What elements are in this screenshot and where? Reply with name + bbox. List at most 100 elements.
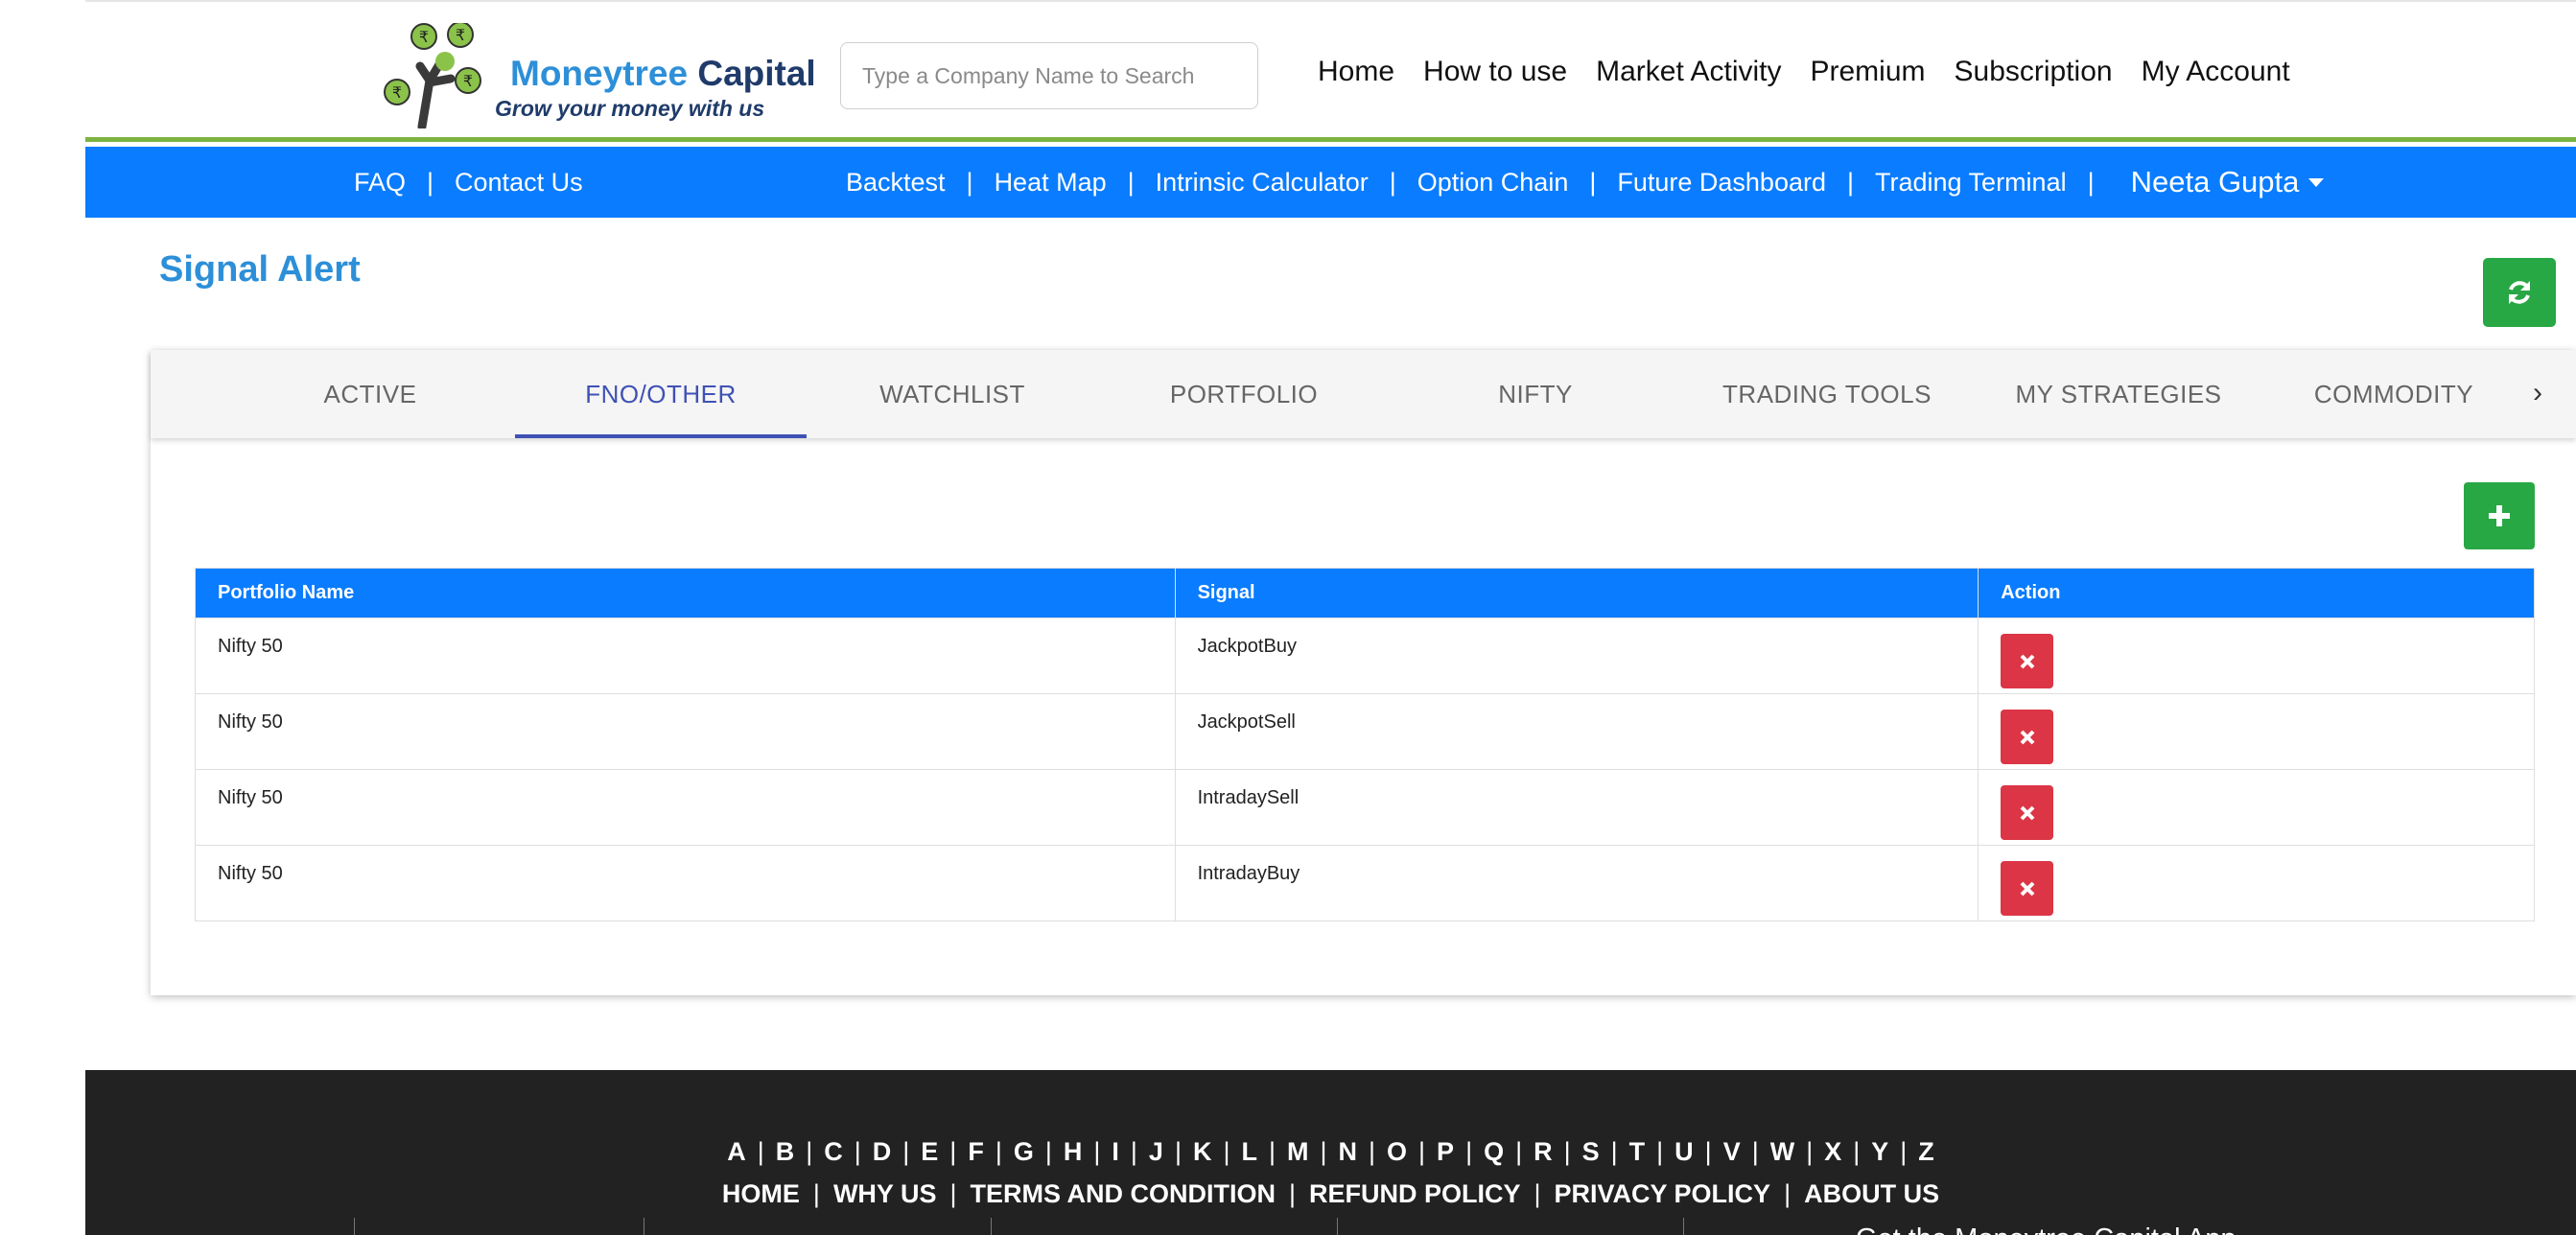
refresh-button[interactable]	[2483, 258, 2556, 327]
brand-name: Moneytree Capital	[510, 54, 816, 94]
nav-my-account[interactable]: My Account	[2142, 56, 2290, 88]
letter-link[interactable]: U	[1674, 1137, 1694, 1166]
delete-button[interactable]	[2001, 861, 2054, 916]
tab-fno-other[interactable]: FNO/OTHER	[515, 350, 807, 438]
user-menu-toggle[interactable]: Neeta Gupta	[2131, 165, 2325, 199]
letter-separator: |	[854, 1137, 861, 1166]
letter-separator: |	[1418, 1137, 1426, 1166]
footer-link[interactable]: ABOUT US	[1804, 1179, 1939, 1208]
letter-separator: |	[1656, 1137, 1664, 1166]
action-cell	[1978, 693, 2535, 770]
nav-separator: |	[1389, 167, 1396, 197]
letter-link[interactable]: H	[1064, 1137, 1083, 1166]
letter-link[interactable]: P	[1437, 1137, 1454, 1166]
letter-separator: |	[806, 1137, 813, 1166]
letter-link[interactable]: W	[1770, 1137, 1794, 1166]
nav-premium[interactable]: Premium	[1810, 56, 1925, 88]
letter-link[interactable]: I	[1112, 1137, 1119, 1166]
nav-market-activity[interactable]: Market Activity	[1596, 56, 1781, 88]
footer-link[interactable]: WHY US	[833, 1179, 937, 1208]
footer-links: HOME | WHY US | TERMS AND CONDITION | REFUND P…	[85, 1179, 2576, 1209]
letter-separator: |	[1465, 1137, 1473, 1166]
letter-link[interactable]: E	[921, 1137, 938, 1166]
tab-portfolio[interactable]: PORTFOLIO	[1098, 350, 1390, 438]
add-signal-button[interactable]	[2464, 482, 2535, 549]
letter-link[interactable]: V	[1723, 1137, 1741, 1166]
letter-separator: |	[1751, 1137, 1759, 1166]
letter-separator: |	[1223, 1137, 1230, 1166]
tab-my-strategies[interactable]: MY STRATEGIES	[1973, 350, 2264, 438]
signal-table: Portfolio Name Signal Action Nifty 50 Ja…	[195, 568, 2535, 921]
delete-button[interactable]	[2001, 785, 2054, 840]
letter-link[interactable]: L	[1241, 1137, 1257, 1166]
nav-heat-map[interactable]: Heat Map	[995, 168, 1107, 198]
footer-link[interactable]: PRIVACY POLICY	[1555, 1179, 1771, 1208]
footer-link-separator: |	[1784, 1179, 1791, 1208]
brand-logo[interactable]: ₹ ₹ ₹ ₹ Moneytree Capital Grow your mone…	[382, 23, 823, 128]
signal-cell: JackpotBuy	[1174, 618, 1979, 694]
letter-link[interactable]: T	[1629, 1137, 1646, 1166]
nav-trading-terminal[interactable]: Trading Terminal	[1875, 168, 2067, 198]
nav-separator: |	[1127, 167, 1135, 197]
letter-link[interactable]: J	[1149, 1137, 1163, 1166]
nav-future-dashboard[interactable]: Future Dashboard	[1617, 168, 1826, 198]
plus-icon	[2489, 505, 2510, 526]
nav-faq[interactable]: FAQ	[354, 168, 406, 198]
letter-link[interactable]: D	[873, 1137, 892, 1166]
nav-option-chain[interactable]: Option Chain	[1417, 168, 1569, 198]
tab-trading-tools[interactable]: TRADING TOOLS	[1681, 350, 1973, 438]
letter-link[interactable]: B	[776, 1137, 795, 1166]
footer-link-separator: |	[1534, 1179, 1541, 1208]
footer-link[interactable]: HOME	[722, 1179, 800, 1208]
company-search-input[interactable]	[840, 42, 1258, 109]
tab-commodity[interactable]: COMMODITY	[2264, 350, 2523, 438]
letter-link[interactable]: M	[1287, 1137, 1309, 1166]
letter-separator: |	[1174, 1137, 1182, 1166]
close-icon	[2020, 654, 2035, 668]
letter-link[interactable]: F	[968, 1137, 984, 1166]
close-icon	[2020, 881, 2035, 896]
column-header-signal: Signal	[1174, 568, 1979, 618]
portfolio-name-cell: Nifty 50	[195, 845, 1176, 921]
svg-text:₹: ₹	[392, 83, 402, 102]
letter-link[interactable]: S	[1582, 1137, 1600, 1166]
chevron-right-icon[interactable]: ›	[2533, 377, 2542, 409]
nav-separator: |	[966, 167, 973, 197]
letter-link[interactable]: G	[1014, 1137, 1034, 1166]
letter-separator: |	[1130, 1137, 1137, 1166]
footer-divider	[1337, 1218, 1338, 1235]
letter-link[interactable]: X	[1824, 1137, 1841, 1166]
letter-link[interactable]: Q	[1484, 1137, 1504, 1166]
brand-name-part2: Capital	[697, 54, 816, 93]
nav-contact-us[interactable]: Contact Us	[455, 168, 583, 198]
nav-backtest[interactable]: Backtest	[846, 168, 946, 198]
letter-link[interactable]: N	[1339, 1137, 1358, 1166]
brand-name-part1: Moneytree	[510, 54, 689, 93]
portfolio-name-cell: Nifty 50	[195, 618, 1176, 694]
nav-subscription[interactable]: Subscription	[1955, 56, 2113, 88]
letter-link[interactable]: K	[1193, 1137, 1212, 1166]
delete-button[interactable]	[2001, 634, 2054, 688]
table-row: Nifty 50 JackpotBuy	[195, 618, 2535, 694]
letter-link[interactable]: Y	[1871, 1137, 1888, 1166]
letter-link[interactable]: O	[1387, 1137, 1407, 1166]
footer-link[interactable]: TERMS AND CONDITION	[970, 1179, 1276, 1208]
tab-active[interactable]: ACTIVE	[224, 350, 516, 438]
tab-watchlist[interactable]: WATCHLIST	[807, 350, 1098, 438]
letter-link[interactable]: C	[824, 1137, 843, 1166]
nav-how-to-use[interactable]: How to use	[1423, 56, 1567, 88]
portfolio-name-cell: Nifty 50	[195, 693, 1176, 770]
tab-nifty[interactable]: NIFTY	[1390, 350, 1681, 438]
action-cell	[1978, 845, 2535, 921]
delete-button[interactable]	[2001, 710, 2054, 764]
column-header-portfolio-name: Portfolio Name	[195, 568, 1176, 618]
footer-link[interactable]: REFUND POLICY	[1309, 1179, 1521, 1208]
nav-home[interactable]: Home	[1318, 56, 1394, 88]
action-cell	[1978, 769, 2535, 846]
nav-intrinsic-calculator[interactable]: Intrinsic Calculator	[1156, 168, 1369, 198]
letter-link[interactable]: A	[727, 1137, 746, 1166]
letter-link[interactable]: R	[1534, 1137, 1553, 1166]
footer-divider	[1683, 1218, 1684, 1235]
letter-link[interactable]: Z	[1918, 1137, 1934, 1166]
svg-text:₹: ₹	[419, 28, 429, 46]
